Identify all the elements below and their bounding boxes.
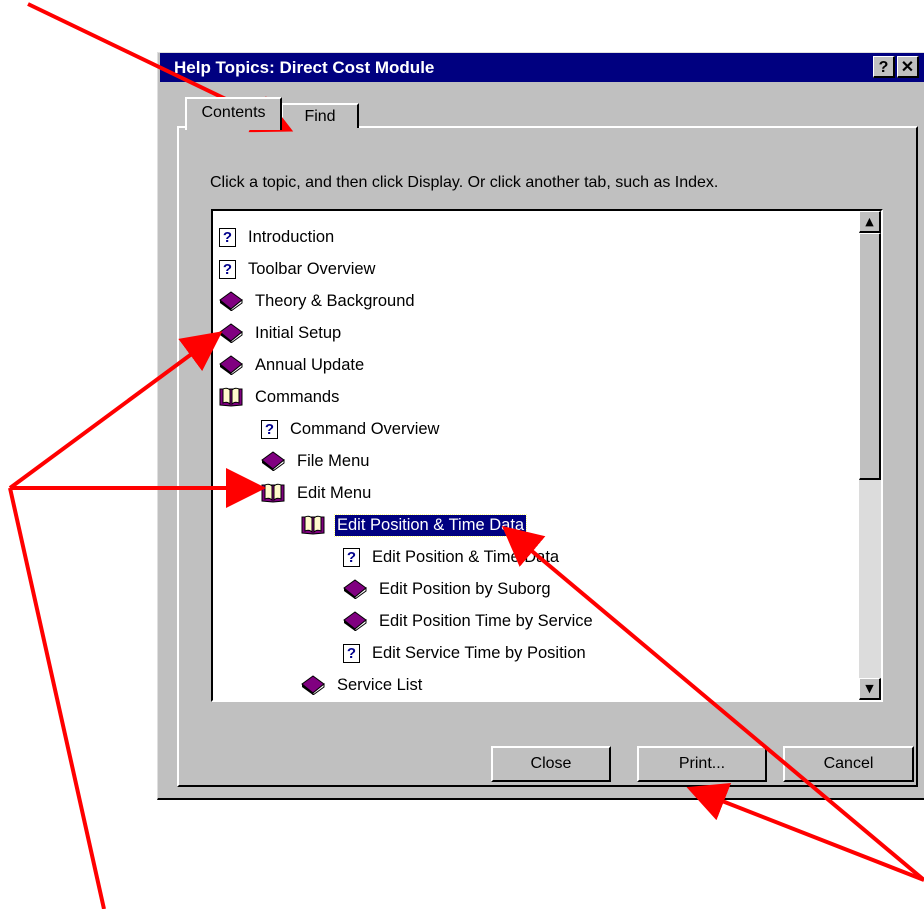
tab-contents[interactable]: Contents xyxy=(185,97,282,130)
annotation-arrows xyxy=(8,2,924,909)
annotation-arrow-initial-setup xyxy=(8,331,223,490)
annotation-arrow-print xyxy=(686,783,924,882)
annotation-line-left xyxy=(8,487,106,909)
annotation-arrow-selected-topic xyxy=(501,525,924,882)
tab-contents-label: Contents xyxy=(201,104,266,121)
